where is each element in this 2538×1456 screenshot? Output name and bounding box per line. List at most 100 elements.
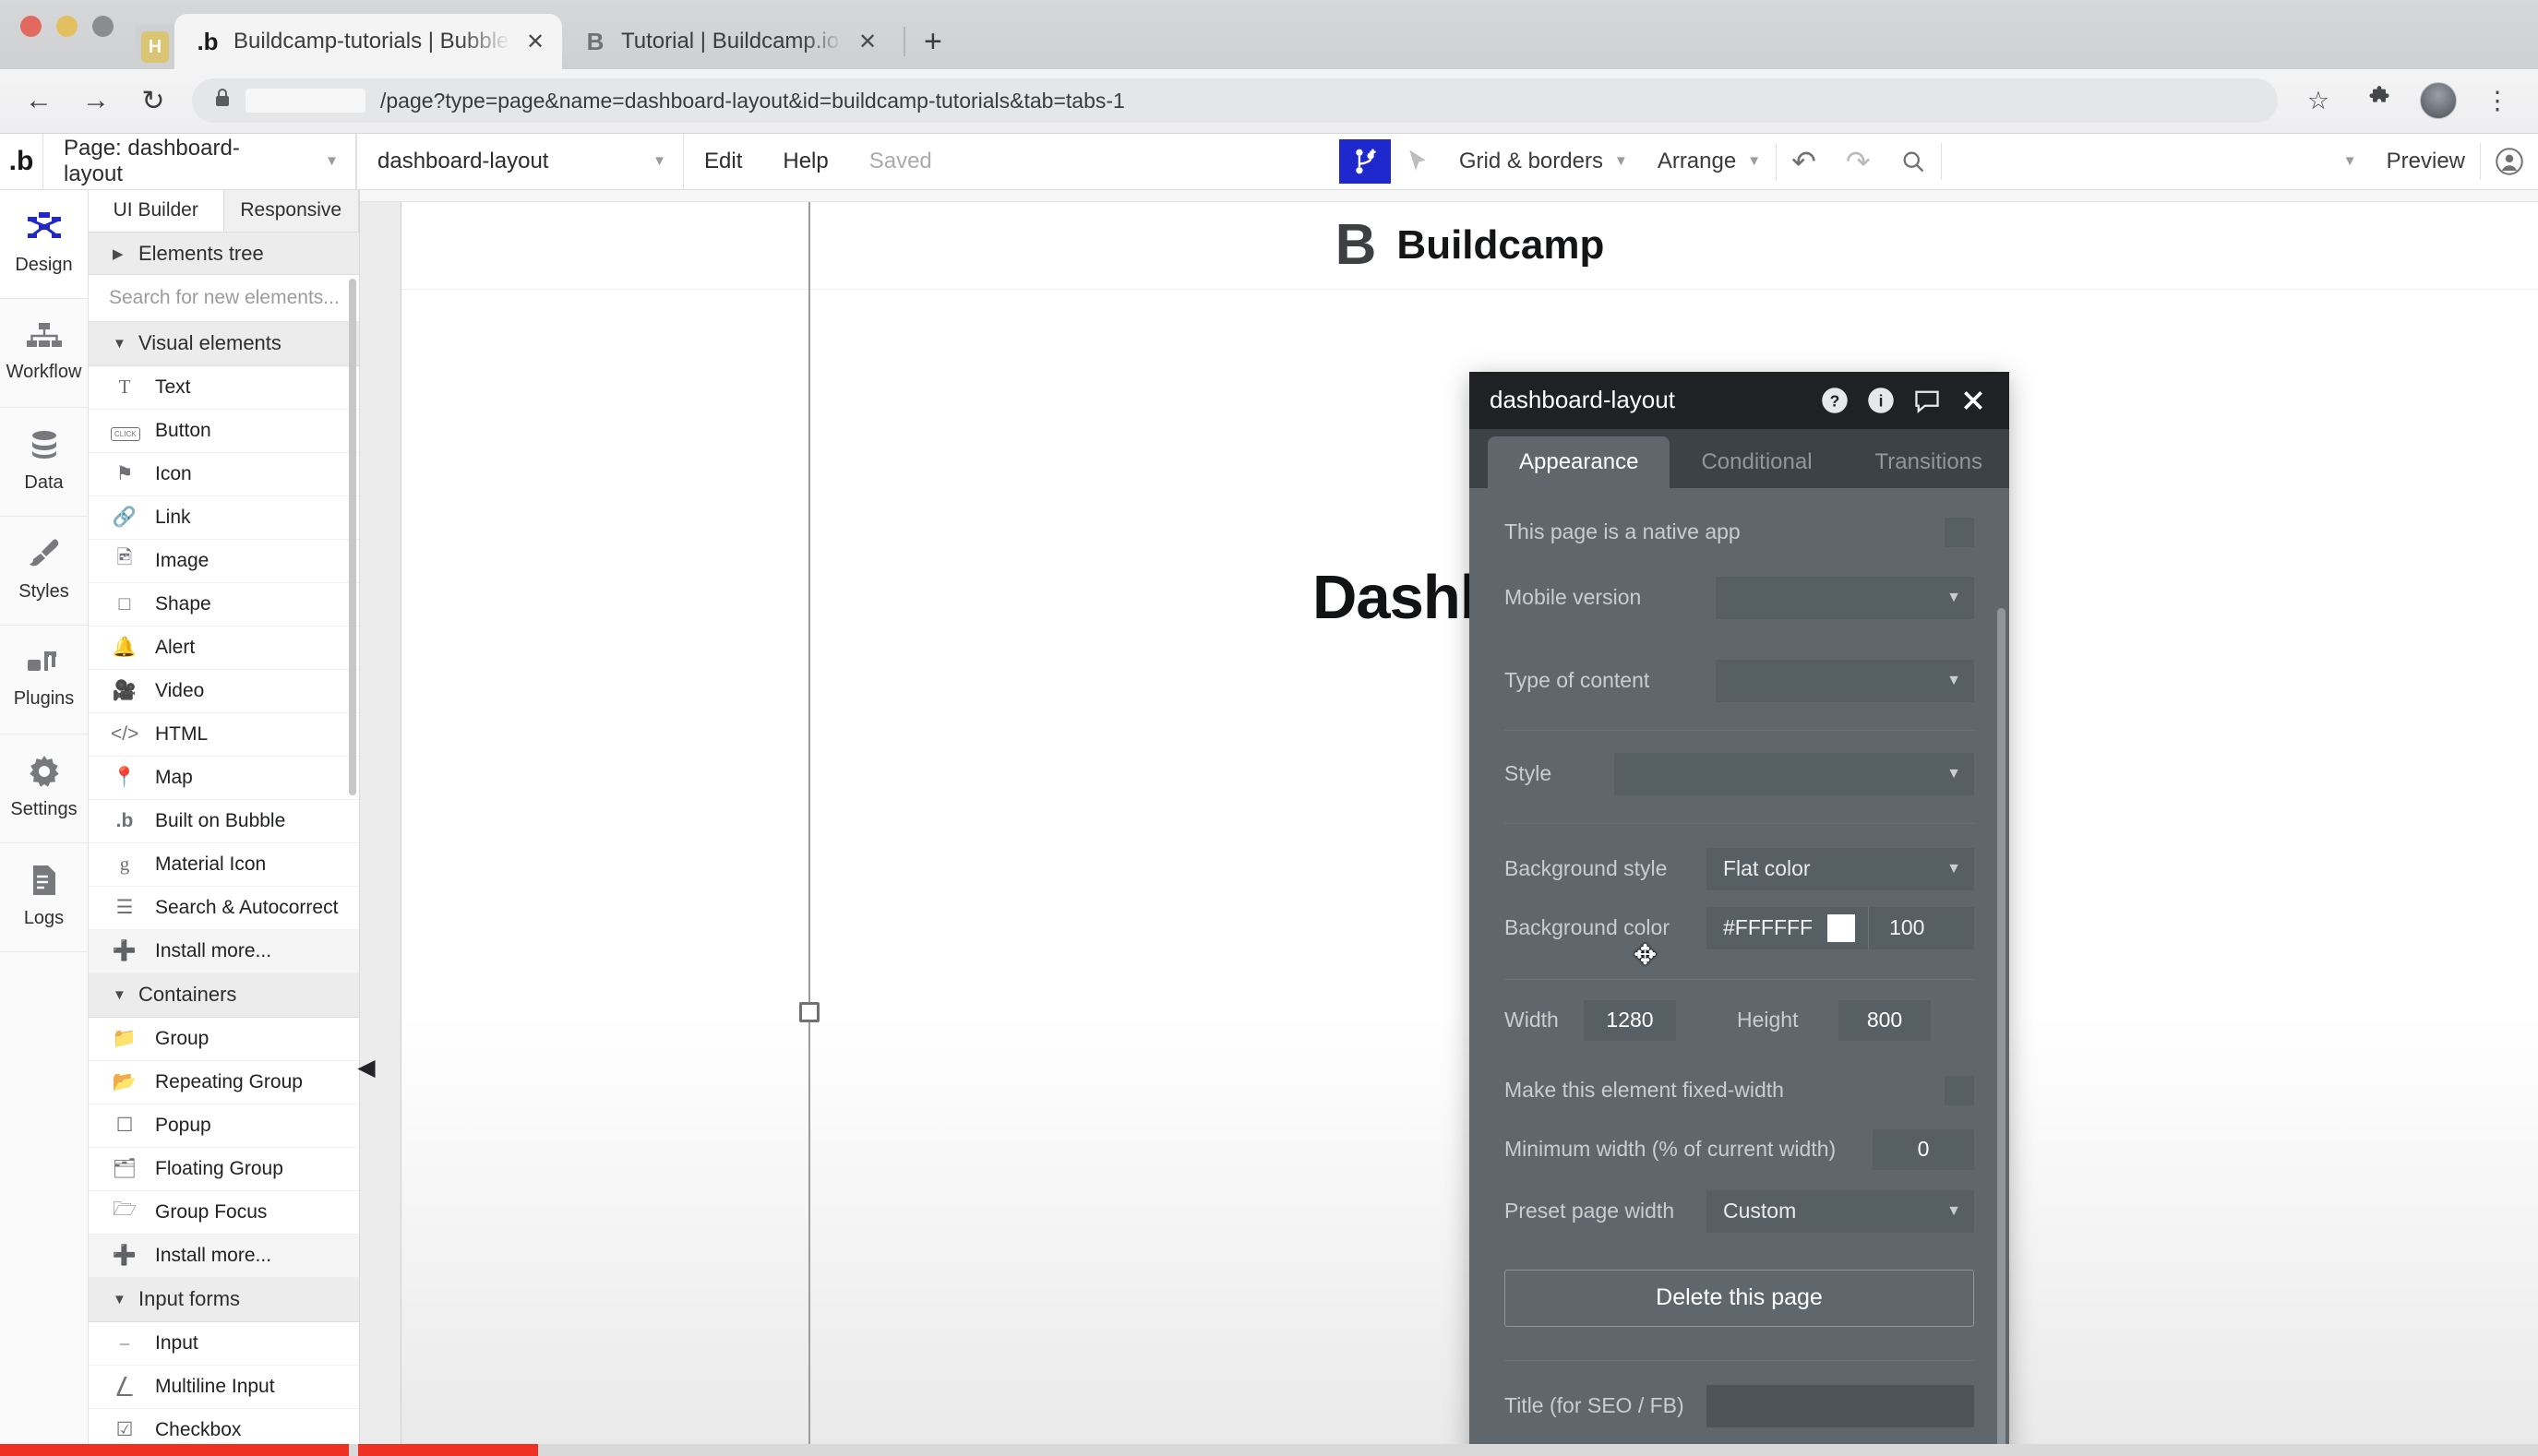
comment-icon[interactable]	[1911, 385, 1943, 416]
grid-borders-dropdown[interactable]: Grid & borders ▼	[1444, 134, 1643, 189]
delete-page-button[interactable]: Delete this page	[1504, 1269, 1974, 1327]
elements-group-containers[interactable]: ▼ Containers	[89, 973, 359, 1018]
elements-group-visual-elements[interactable]: ▼ Visual elements	[89, 321, 359, 366]
zoom-window-button[interactable]	[92, 16, 114, 37]
element-label: Group	[155, 1027, 210, 1049]
sidebar-item-settings[interactable]: Settings	[0, 734, 88, 843]
element-video[interactable]: 🎥 Video	[89, 670, 359, 713]
preset-page-width-dropdown[interactable]: Custom ▼	[1706, 1189, 1974, 1233]
height-input[interactable]: 800	[1838, 999, 1931, 1041]
elements-group-input-forms[interactable]: ▼ Input forms	[89, 1277, 359, 1322]
element-button[interactable]: CLICK Button	[89, 410, 359, 453]
editor-canvas[interactable]: B Buildcamp Dashboard	[360, 189, 2538, 1456]
browser-tab-1-close-icon[interactable]: ✕	[523, 29, 547, 55]
element-repeating-group[interactable]: 📂 Repeating Group	[89, 1061, 359, 1104]
element-link[interactable]: 🔗 Link	[89, 496, 359, 540]
help-icon[interactable]: ?	[1819, 385, 1850, 416]
element-built-on-bubble[interactable]: .b Built on Bubble	[89, 800, 359, 843]
tab-transitions[interactable]: Transitions	[1844, 436, 2009, 488]
browser-tab-1[interactable]: .b Buildcamp-tutorials | Bubble Editor ✕	[174, 14, 562, 69]
new-tab-button[interactable]: +	[915, 24, 959, 69]
sidebar-item-plugins[interactable]: Plugins	[0, 626, 88, 734]
preview-options-chevron-icon[interactable]: ▼	[2328, 134, 2372, 189]
element-image[interactable]: 🖻 Image	[89, 540, 359, 583]
forward-icon[interactable]: →	[78, 85, 114, 116]
background-style-dropdown[interactable]: Flat color ▼	[1706, 847, 1974, 890]
browser-menu-icon[interactable]: ⋮	[2477, 87, 2518, 115]
help-menu-button[interactable]: Help	[762, 134, 848, 189]
element-floating-group[interactable]: 🗂 Floating Group	[89, 1148, 359, 1191]
element-multiline-input[interactable]: ⎳ Multiline Input	[89, 1366, 359, 1409]
element-html[interactable]: </> HTML	[89, 713, 359, 757]
sidebar-item-logs[interactable]: Logs	[0, 843, 88, 952]
color-swatch[interactable]	[1827, 913, 1856, 942]
collapse-panel-arrow-icon[interactable]: ◀	[356, 1048, 377, 1087]
user-account-icon[interactable]	[2481, 134, 2538, 189]
profile-avatar[interactable]	[2420, 82, 2457, 120]
elements-tree-toggle[interactable]: ▶ Elements tree	[89, 232, 359, 276]
element-alert[interactable]: 🔔 Alert	[89, 627, 359, 670]
element-material-icon[interactable]: g Material Icon	[89, 843, 359, 887]
fixed-width-checkbox[interactable]	[1945, 1075, 1974, 1105]
elements-search-input[interactable]: Search for new elements...	[89, 275, 359, 322]
lock-icon	[214, 88, 231, 113]
page-selector-dropdown[interactable]: Page: dashboard-layout ▼	[42, 133, 356, 189]
sidebar-item-workflow[interactable]: Workflow	[0, 299, 88, 408]
address-bar[interactable]: /page?type=page&name=dashboard-layout&id…	[192, 78, 2278, 124]
sidebar-item-styles[interactable]: Styles	[0, 517, 88, 626]
bookmark-star-icon[interactable]: ☆	[2298, 87, 2339, 115]
minimize-window-button[interactable]	[56, 16, 78, 37]
preview-button[interactable]: Preview	[2372, 134, 2480, 189]
redo-icon[interactable]: ↷	[1831, 134, 1886, 189]
element-install-more-visual[interactable]: ➕ Install more...	[89, 929, 359, 973]
close-icon[interactable]	[1957, 385, 1989, 416]
element-text[interactable]: T Text	[89, 366, 359, 410]
pointer-tool-icon[interactable]	[1391, 134, 1444, 189]
element-input[interactable]: ⎯ Input	[89, 1322, 359, 1366]
tab-conditional[interactable]: Conditional	[1670, 436, 1843, 488]
native-app-checkbox[interactable]	[1945, 517, 1974, 547]
tab-responsive[interactable]: Responsive	[223, 189, 359, 232]
bubble-logo-icon[interactable]: .b	[0, 134, 42, 189]
video-icon: 🎥	[112, 679, 138, 701]
tab-ui-builder[interactable]: UI Builder	[89, 189, 224, 232]
back-icon[interactable]: ←	[20, 85, 57, 116]
element-install-more-containers[interactable]: ➕ Install more...	[89, 1234, 359, 1278]
background-color-opacity[interactable]: 100	[1868, 906, 1943, 949]
close-window-button[interactable]	[20, 16, 42, 37]
element-group[interactable]: 📁 Group	[89, 1018, 359, 1061]
arrange-dropdown[interactable]: Arrange ▼	[1643, 134, 1776, 189]
element-map[interactable]: 📍 Map	[89, 757, 359, 800]
reload-icon[interactable]: ↻	[135, 85, 172, 117]
property-editor-scrollbar[interactable]	[1997, 607, 2005, 1456]
width-input[interactable]: 1280	[1584, 999, 1676, 1041]
tab-appearance[interactable]: Appearance	[1488, 436, 1670, 488]
pinned-tab[interactable]: H	[136, 25, 174, 69]
search-icon[interactable]	[1886, 134, 1941, 189]
element-selector-dropdown[interactable]: dashboard-layout ▼	[356, 133, 684, 189]
sidebar-item-data[interactable]: Data	[0, 408, 88, 517]
element-search-autocorrect[interactable]: ☰ Search & Autocorrect	[89, 887, 359, 930]
version-control-button[interactable]	[1338, 138, 1391, 184]
seo-title-input[interactable]	[1706, 1384, 1974, 1427]
element-group-focus[interactable]: 🗁 Group Focus	[89, 1191, 359, 1235]
property-editor-popup[interactable]: dashboard-layout ? i Appearance Conditio…	[1469, 371, 2009, 1456]
style-dropdown[interactable]: ▼	[1614, 752, 1974, 795]
minimum-width-input[interactable]: 0	[1873, 1128, 1974, 1170]
extensions-puzzle-icon[interactable]	[2359, 85, 2400, 117]
elements-panel-scrollbar[interactable]	[349, 278, 356, 795]
element-shape[interactable]: □ Shape	[89, 583, 359, 627]
mobile-version-dropdown[interactable]: ▼	[1716, 576, 1974, 619]
sidebar-item-design[interactable]: Design	[0, 189, 88, 299]
element-icon[interactable]: ⚑ Icon	[89, 453, 359, 496]
browser-tab-2[interactable]: B Tutorial | Buildcamp.io ✕	[562, 14, 894, 69]
browser-tab-2-title: Tutorial | Buildcamp.io	[621, 29, 840, 54]
element-popup[interactable]: ☐ Popup	[89, 1104, 359, 1148]
background-color-input[interactable]: #FFFFFF 100	[1706, 906, 1974, 949]
browser-tab-2-close-icon[interactable]: ✕	[856, 29, 880, 55]
type-of-content-dropdown[interactable]: ▼	[1716, 659, 1974, 702]
edit-menu-button[interactable]: Edit	[684, 134, 762, 189]
undo-icon[interactable]: ↶	[1777, 134, 1831, 189]
resize-handle-left[interactable]	[799, 1001, 820, 1022]
info-icon[interactable]: i	[1865, 385, 1897, 416]
